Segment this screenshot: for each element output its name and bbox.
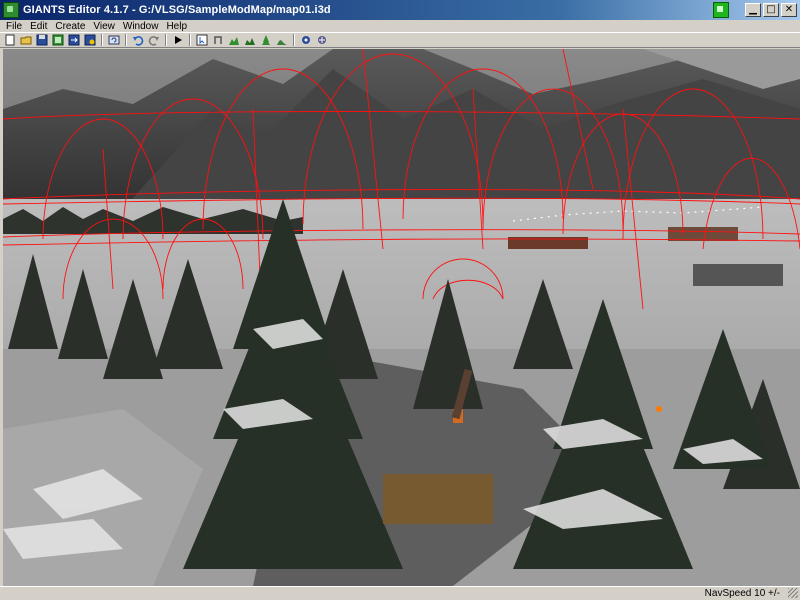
toolbar-separator [101,34,103,46]
giants-editor-app-icon[interactable] [3,2,19,18]
terrain-paint-icon[interactable] [243,34,257,47]
menu-edit[interactable]: Edit [26,21,51,32]
menu-file[interactable]: File [2,21,26,32]
title-bar: GIANTS Editor 4.1.7 - G:/VLSG/SampleModM… [0,0,800,20]
open-file-icon[interactable] [19,34,33,47]
minimize-button[interactable]: ▁ [745,3,761,17]
menu-bar: File Edit Create View Window Help [0,20,800,32]
select-icon[interactable] [195,34,209,47]
scene-render [3,49,800,586]
save-as-icon[interactable] [83,34,97,47]
menu-help[interactable]: Help [162,21,191,32]
import-icon[interactable] [51,34,65,47]
new-file-icon[interactable] [3,34,17,47]
close-button[interactable]: ✕ [781,3,797,17]
foliage-paint-icon[interactable] [259,34,273,47]
toolbar-separator [189,34,191,46]
terrain-sculpt-icon[interactable] [227,34,241,47]
redo-icon[interactable] [147,34,161,47]
menu-view[interactable]: View [89,21,119,32]
snap-icon[interactable] [315,34,329,47]
navspeed-readout: NavSpeed 10 +/- [704,588,780,599]
toolbar-separator [293,34,295,46]
reload-icon[interactable] [107,34,121,47]
window-title: GIANTS Editor 4.1.7 - G:/VLSG/SampleModM… [23,4,331,16]
3d-viewport[interactable] [3,49,800,586]
status-indicator-icon [713,2,729,18]
toolbar-separator [125,34,127,46]
menu-window[interactable]: Window [119,21,163,32]
export-icon[interactable] [67,34,81,47]
play-icon[interactable] [171,34,185,47]
menu-create[interactable]: Create [51,21,89,32]
toolbar-separator [165,34,167,46]
settings-icon[interactable] [299,34,313,47]
undo-icon[interactable] [131,34,145,47]
save-icon[interactable] [35,34,49,47]
maximize-button[interactable]: □ [763,3,779,17]
move-icon[interactable] [211,34,225,47]
resize-grip-icon[interactable] [788,588,798,598]
status-bar: NavSpeed 10 +/- [0,586,800,600]
terrain-smooth-icon[interactable] [275,34,289,47]
main-toolbar [0,32,800,48]
